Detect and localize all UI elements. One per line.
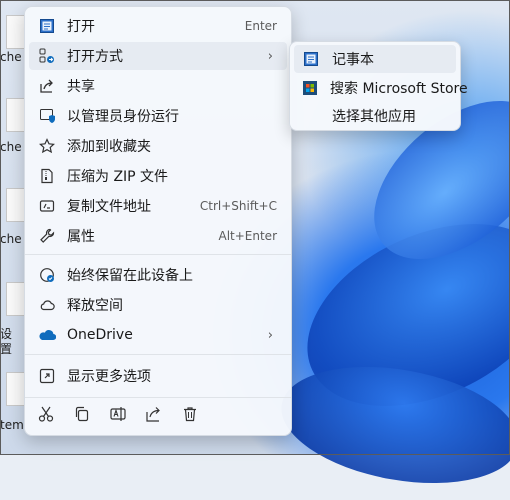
desktop-file-icon[interactable] [6, 15, 26, 49]
onedrive-icon [37, 325, 57, 345]
menu-item-shortcut: Ctrl+Shift+C [199, 199, 277, 213]
menu-item-label: 显示更多选项 [67, 369, 151, 385]
desktop-file-label: che [0, 140, 22, 154]
menu-item-run-as-admin[interactable]: 以管理员身份运行 [29, 102, 287, 130]
desktop-file-icon[interactable] [6, 98, 26, 132]
desktop-file-label: che [0, 232, 22, 246]
cloud-icon [37, 295, 57, 315]
menu-item-open[interactable]: 打开 Enter [29, 12, 287, 40]
menu-item-compress-zip[interactable]: 压缩为 ZIP 文件 [29, 162, 287, 190]
share-button[interactable] [139, 401, 169, 431]
delete-button[interactable] [175, 401, 205, 431]
chevron-right-icon: › [267, 48, 273, 64]
store-icon [302, 79, 318, 97]
open-with-submenu: 记事本 搜索 Microsoft Store 选择其他应用 [289, 41, 468, 131]
menu-item-shortcut: Alt+Enter [218, 229, 277, 243]
desktop-file-label: che [0, 50, 22, 64]
cut-icon [37, 405, 55, 427]
menu-item-label: 复制文件地址 [67, 199, 151, 215]
desktop-file-label: 置 [0, 342, 13, 356]
rename-button[interactable] [103, 401, 133, 431]
menu-item-label: 打开 [67, 19, 95, 35]
menu-item-share[interactable]: 共享 [29, 72, 287, 100]
menu-item-label: 始终保留在此设备上 [67, 268, 193, 284]
menu-item-label: 添加到收藏夹 [67, 139, 151, 155]
submenu-item-notepad[interactable]: 记事本 [294, 45, 456, 73]
menu-item-always-keep[interactable]: 始终保留在此设备上 [29, 261, 287, 289]
share-icon [145, 405, 163, 427]
share-icon [37, 76, 57, 96]
cloud-sync-icon [37, 265, 57, 285]
menu-item-label: 释放空间 [67, 298, 123, 314]
submenu-item-label: 搜索 Microsoft Store [330, 81, 468, 97]
menu-item-label: OneDrive [67, 327, 133, 343]
copy-icon [73, 405, 91, 427]
copy-button[interactable] [67, 401, 97, 431]
menu-item-shortcut: Enter [244, 19, 277, 33]
desktop-file-icon[interactable] [6, 372, 26, 406]
menu-separator [25, 254, 291, 255]
menu-item-copy-path[interactable]: 复制文件地址 Ctrl+Shift+C [29, 192, 287, 220]
rename-icon [109, 405, 127, 427]
chevron-right-icon: › [267, 327, 273, 343]
menu-item-label: 以管理员身份运行 [67, 109, 179, 125]
menu-item-onedrive[interactable]: OneDrive › [29, 321, 287, 349]
submenu-item-label: 记事本 [332, 52, 374, 68]
wrench-icon [37, 226, 57, 246]
menu-item-properties[interactable]: 属性 Alt+Enter [29, 222, 287, 250]
desktop-file-icon[interactable] [6, 188, 26, 222]
submenu-item-search-store[interactable]: 搜索 Microsoft Store [294, 74, 468, 102]
menu-item-open-with[interactable]: 打开方式 › [29, 42, 287, 70]
cut-button[interactable] [31, 401, 61, 431]
desktop-file-label: tem [0, 418, 24, 432]
menu-item-free-space[interactable]: 释放空间 [29, 291, 287, 319]
submenu-item-choose-app[interactable]: 选择其他应用 [294, 102, 456, 130]
menu-item-label: 打开方式 [67, 49, 123, 65]
notepad-icon [302, 50, 320, 68]
context-menu: 打开 Enter 打开方式 › 共享 以管理员身份运行 添加到收藏夹 压缩为 Z… [24, 6, 292, 436]
menu-item-show-more-options[interactable]: 显示更多选项 [29, 362, 287, 390]
menu-separator [25, 397, 291, 398]
zip-icon [37, 166, 57, 186]
menu-item-label: 共享 [67, 79, 95, 95]
menu-item-label: 压缩为 ZIP 文件 [67, 169, 169, 185]
notepad-icon [37, 16, 57, 36]
more-options-icon [37, 366, 57, 386]
submenu-item-label: 选择其他应用 [332, 109, 416, 125]
star-icon [37, 136, 57, 156]
open-with-icon [37, 46, 57, 66]
menu-item-add-favorite[interactable]: 添加到收藏夹 [29, 132, 287, 160]
delete-icon [181, 405, 199, 427]
quick-actions-toolbar [25, 401, 291, 431]
shield-icon [37, 106, 57, 126]
copy-path-icon [37, 196, 57, 216]
desktop-file-icon[interactable] [6, 282, 26, 316]
menu-item-label: 属性 [67, 229, 95, 245]
blank-icon [302, 107, 320, 125]
menu-separator [25, 354, 291, 355]
